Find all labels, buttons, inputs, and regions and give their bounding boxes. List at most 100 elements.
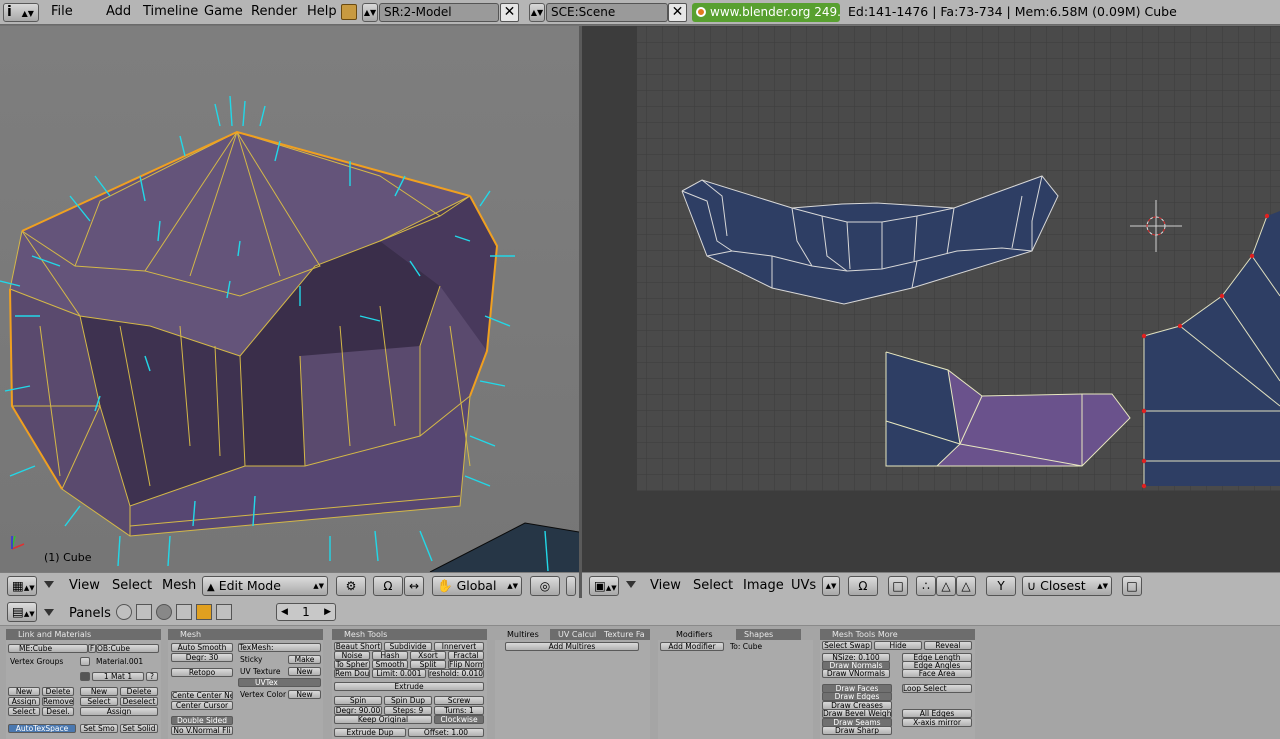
threshold-field[interactable]: reshold: 0.010 (428, 669, 484, 678)
menu-view[interactable]: View (650, 578, 681, 594)
vgroup-select[interactable] (80, 657, 90, 666)
extrude-button[interactable]: Extrude (334, 682, 484, 691)
xsort-button[interactable]: Xsort (410, 651, 446, 660)
close-icon[interactable]: ✕ (668, 3, 687, 22)
orientation-select[interactable]: ✋ Global ▲▼ (432, 576, 522, 596)
help-button[interactable]: ? (146, 672, 158, 681)
to-sphere-button[interactable]: To Spher (334, 660, 370, 669)
proportional-icon[interactable]: ◎ (530, 576, 560, 596)
scene-name-field[interactable]: SCE:Scene (546, 3, 668, 22)
mesh-name-field[interactable]: ME:Cube (8, 644, 88, 653)
face-select-icon[interactable]: △ (956, 576, 976, 596)
extrude-dup-button[interactable]: Extrude Dup (334, 728, 406, 737)
manipulator-icon[interactable]: Ω (373, 576, 403, 596)
blender-url[interactable]: www.blender.org 249.2 (692, 3, 840, 22)
vertex-select-icon[interactable]: ∴ (916, 576, 936, 596)
shading-icon[interactable] (156, 604, 172, 620)
fractal-button[interactable]: Fractal (448, 651, 484, 660)
spin-button[interactable]: Spin (334, 696, 382, 705)
tab-uv-calculation[interactable]: UV Calcul (550, 629, 600, 640)
snap-select[interactable]: ∪ Closest ▲▼ (1022, 576, 1112, 596)
uv-sync-icon[interactable]: □ (888, 576, 908, 596)
collapse-triangle-icon[interactable] (44, 581, 54, 588)
set-smooth-button[interactable]: Set Smo (80, 724, 118, 733)
material-delete-button[interactable]: Delete (120, 687, 158, 696)
editor-type-button[interactable]: ▦▲▼ (7, 576, 37, 596)
center-cursor-button[interactable]: Center Cursor (171, 701, 233, 710)
auto-smooth-toggle[interactable]: Auto Smooth (171, 643, 233, 652)
uvtex-layer[interactable]: UVTex (238, 678, 321, 687)
tab-modifiers[interactable]: Modifiers (658, 629, 736, 640)
add-multires-button[interactable]: Add Multires (505, 642, 639, 651)
menu-timeline[interactable]: Timeline (143, 4, 198, 20)
select-swap-button[interactable]: Select Swap (822, 641, 872, 650)
hide-button[interactable]: Hide (874, 641, 922, 650)
no-vnormal-flip-toggle[interactable]: No V.Normal Fli (171, 726, 233, 735)
window-type-button[interactable]: i ▲▼ (3, 3, 39, 22)
translate-icon[interactable]: ↔ (404, 576, 424, 596)
texmesh-field[interactable]: TexMesh: (238, 643, 321, 652)
sticky-select-icon[interactable]: Y (986, 576, 1016, 596)
menu-help[interactable]: Help (307, 4, 337, 20)
panel-title[interactable]: Mesh (168, 629, 323, 640)
editor-type-button[interactable]: ▣▲▼ (589, 576, 619, 596)
spin-dup-button[interactable]: Spin Dup (384, 696, 432, 705)
vertex-color-new-button[interactable]: New (288, 690, 321, 699)
panel-title[interactable]: Link and Materials (6, 629, 161, 640)
face-area-toggle[interactable]: Face Area (902, 669, 972, 678)
vgroup-desel-button[interactable]: Desel. (42, 707, 74, 716)
object-name-field[interactable]: OB:Cube (96, 644, 159, 653)
material-new-button[interactable]: New (80, 687, 118, 696)
menu-select[interactable]: Select (693, 578, 733, 594)
screen-select-button[interactable]: ▲▼ (362, 3, 378, 22)
menu-add[interactable]: Add (106, 4, 131, 20)
header-scroll[interactable] (566, 576, 576, 596)
flip-normals-button[interactable]: Flip Norm (448, 660, 484, 669)
menu-uvs[interactable]: UVs (791, 578, 816, 594)
uv-editor-viewport[interactable] (582, 26, 1280, 572)
panel-title[interactable]: Mesh Tools (332, 629, 487, 640)
smooth-degree-field[interactable]: Degr: 30 (171, 653, 233, 662)
edge-select-icon[interactable]: △ (936, 576, 956, 596)
draw-edges-toggle[interactable]: Draw Edges (822, 692, 892, 701)
subdivide-button[interactable]: Subdivide (384, 642, 432, 651)
menu-mesh[interactable]: Mesh (162, 578, 196, 594)
vgroup-remove-button[interactable]: Remove (42, 697, 74, 706)
menu-image[interactable]: Image (743, 578, 784, 594)
limit-field[interactable]: Limit: 0.001 (372, 669, 426, 678)
material-color[interactable] (80, 672, 90, 681)
pivot-icon[interactable]: ⚙ (336, 576, 366, 596)
script-icon[interactable] (136, 604, 152, 620)
all-edges-toggle[interactable]: All Edges (902, 709, 972, 718)
vgroup-select-button[interactable]: Select (8, 707, 40, 716)
scene-icon[interactable] (216, 604, 232, 620)
menu-render[interactable]: Render (251, 4, 297, 20)
collapse-triangle-icon[interactable] (626, 581, 636, 588)
editor-type-button[interactable]: ▤▲▼ (7, 602, 37, 622)
vgroup-assign-button[interactable]: Assign (8, 697, 40, 706)
sticky-make-button[interactable]: Make (288, 655, 321, 664)
double-sided-toggle[interactable]: Double Sided (171, 716, 233, 725)
mode-select[interactable]: ▲ Edit Mode ▲▼ (202, 576, 328, 596)
offset-field[interactable]: Offset: 1.00 (408, 728, 484, 737)
screen-name-field[interactable]: SR:2-Model (379, 3, 499, 22)
spin-degree-field[interactable]: Degr: 90.00 (334, 706, 382, 715)
vgroup-new-button[interactable]: New (8, 687, 40, 696)
set-solid-button[interactable]: Set Solid (120, 724, 158, 733)
x-axis-mirror-toggle[interactable]: X-axis mirror (902, 718, 972, 727)
center-new-button[interactable]: Cente Center Ne (171, 691, 233, 700)
menu-file[interactable]: File (51, 4, 73, 20)
tab-shapes[interactable]: Shapes (736, 629, 801, 640)
smooth-button[interactable]: Smooth (372, 660, 408, 669)
pivot-select[interactable]: ▲▼ (822, 576, 840, 596)
reveal-button[interactable]: Reveal (924, 641, 972, 650)
draw-vnormals-toggle[interactable]: Draw VNormals (822, 669, 890, 678)
fake-user-button[interactable]: F (88, 644, 96, 653)
material-deselect-button[interactable]: Deselect (120, 697, 158, 706)
editing-icon[interactable] (196, 604, 212, 620)
material-assign-button[interactable]: Assign (80, 707, 158, 716)
remove-doubles-button[interactable]: Rem Dou (334, 669, 370, 678)
logic-icon[interactable] (116, 604, 132, 620)
menu-game[interactable]: Game (204, 4, 243, 20)
manipulator-icon[interactable]: Ω (848, 576, 878, 596)
